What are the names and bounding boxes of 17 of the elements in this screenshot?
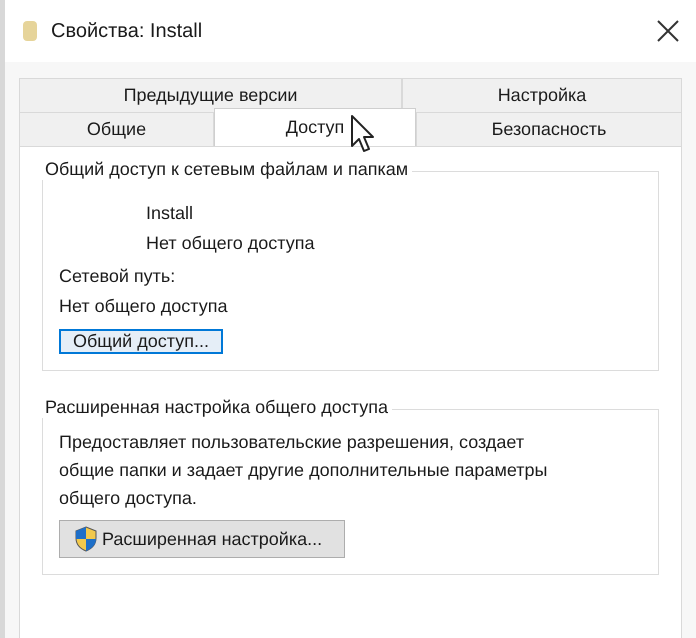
folder-name: Install [145, 202, 194, 225]
tab[interactable]: Настройка [402, 78, 682, 112]
share-status: Нет общего доступа [145, 232, 316, 255]
tab[interactable]: Общие [19, 112, 214, 146]
window-title: Свойства: Install [51, 20, 204, 42]
share-button[interactable]: Общий доступ... [59, 329, 223, 354]
advanced-settings-button[interactable]: Расширенная настройка... [59, 520, 346, 558]
tab[interactable]: Предыдущие версии [19, 78, 402, 112]
network-path-label: Сетевой путь: [59, 265, 176, 288]
tab[interactable]: Доступ [214, 108, 416, 146]
folder-icon [23, 21, 37, 41]
shield-icon [74, 526, 98, 552]
group-title: Расширенная настройка общего доступа [41, 397, 392, 418]
network-path-value: Нет общего доступа [59, 295, 228, 318]
description-text: Предоставляет пользовательские разрешения, создает общие папки и задает другие дополнительные параметры общего доступа. [59, 431, 548, 510]
group-title: Общий доступ к сетевым файлам и папкам [41, 159, 412, 180]
tab[interactable]: Безопасность [416, 112, 682, 146]
